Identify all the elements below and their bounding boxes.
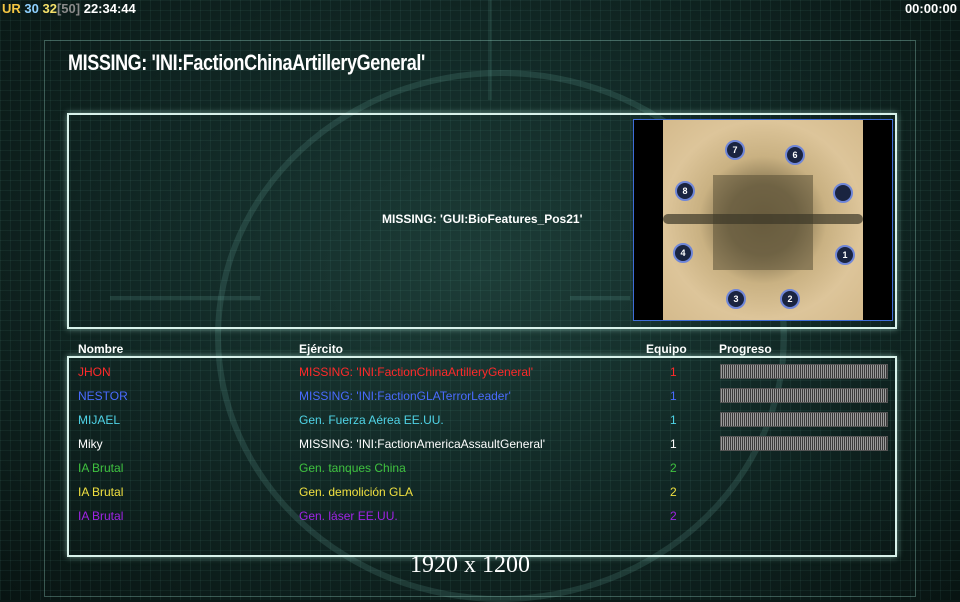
map-start-marker: 3 bbox=[726, 289, 746, 309]
hud-stat-a: 30 bbox=[24, 1, 39, 16]
player-name: NESTOR bbox=[78, 389, 128, 403]
map-start-marker: 4 bbox=[673, 243, 693, 263]
loading-progress-bar bbox=[720, 412, 888, 427]
hud-prefix: UR bbox=[2, 1, 21, 16]
player-army: Gen. Fuerza Aérea EE.UU. bbox=[299, 413, 444, 427]
player-row: JHON MISSING: 'INI:FactionChinaArtilleryG… bbox=[0, 362, 960, 382]
hud-stat-c: [50] bbox=[56, 1, 81, 16]
player-row: IA Brutal Gen. demolición GLA 2 bbox=[0, 482, 960, 502]
player-name: JHON bbox=[78, 365, 111, 379]
resolution-label: 1920 x 1200 bbox=[410, 552, 530, 578]
map-start-marker: 6 bbox=[785, 145, 805, 165]
player-name: MIJAEL bbox=[78, 413, 121, 427]
hud-timer: 00:00:00 bbox=[904, 1, 957, 16]
player-army: MISSING: 'INI:FactionGLATerrorLeader' bbox=[299, 389, 511, 403]
player-name: IA Brutal bbox=[78, 485, 124, 499]
map-river bbox=[663, 214, 863, 224]
map-terrain: 7 6 8 4 1 3 2 bbox=[663, 120, 863, 320]
map-start-marker: 8 bbox=[675, 181, 695, 201]
hud-stat-b: 32 bbox=[42, 1, 57, 16]
player-team: 2 bbox=[670, 509, 677, 523]
hud-clock: 22:34:44 bbox=[83, 1, 136, 16]
map-start-marker: 7 bbox=[725, 140, 745, 160]
player-team: 2 bbox=[670, 461, 677, 475]
player-army: Gen. demolición GLA bbox=[299, 485, 414, 499]
player-team: 1 bbox=[670, 389, 677, 403]
player-team: 1 bbox=[670, 413, 677, 427]
map-start-marker-empty bbox=[833, 183, 853, 203]
loading-progress-bar bbox=[720, 436, 888, 451]
hud-stats: UR 30 32[50] 22:34:44 bbox=[2, 1, 136, 16]
player-team: 1 bbox=[670, 365, 677, 379]
map-preview: 7 6 8 4 1 3 2 bbox=[633, 119, 893, 321]
player-army: MISSING: 'INI:FactionChinaArtilleryGener… bbox=[299, 365, 533, 379]
player-team: 1 bbox=[670, 437, 677, 451]
player-army: Gen. láser EE.UU. bbox=[299, 509, 398, 523]
page-title: MISSING: 'INI:FactionChinaArtilleryGener… bbox=[68, 50, 425, 75]
column-header-name: Nombre bbox=[78, 342, 124, 356]
map-start-marker: 2 bbox=[780, 289, 800, 309]
loading-progress-bar bbox=[720, 364, 888, 379]
bio-features-text: MISSING: 'GUI:BioFeatures_Pos21' bbox=[382, 212, 583, 226]
player-name: IA Brutal bbox=[78, 509, 124, 523]
player-row: NESTOR MISSING: 'INI:FactionGLATerrorLead… bbox=[0, 386, 960, 406]
player-army: Gen. tanques China bbox=[299, 461, 406, 475]
player-name: IA Brutal bbox=[78, 461, 124, 475]
column-header-team: Equipo bbox=[646, 342, 687, 356]
player-army: MISSING: 'INI:FactionAmericaAssaultGener… bbox=[299, 437, 545, 451]
player-row: IA Brutal Gen. tanques China 2 bbox=[0, 458, 960, 478]
player-name: Miky bbox=[78, 437, 103, 451]
loading-progress-bar bbox=[720, 388, 888, 403]
map-start-marker: 1 bbox=[835, 245, 855, 265]
column-header-progress: Progreso bbox=[719, 342, 772, 356]
player-team: 2 bbox=[670, 485, 677, 499]
column-header-army: Ejército bbox=[299, 342, 344, 356]
player-row: Miky MISSING: 'INI:FactionAmericaAssaultG… bbox=[0, 434, 960, 454]
player-row: MIJAEL Gen. Fuerza Aérea EE.UU. 1 bbox=[0, 410, 960, 430]
player-row: IA Brutal Gen. láser EE.UU. 2 bbox=[0, 506, 960, 526]
